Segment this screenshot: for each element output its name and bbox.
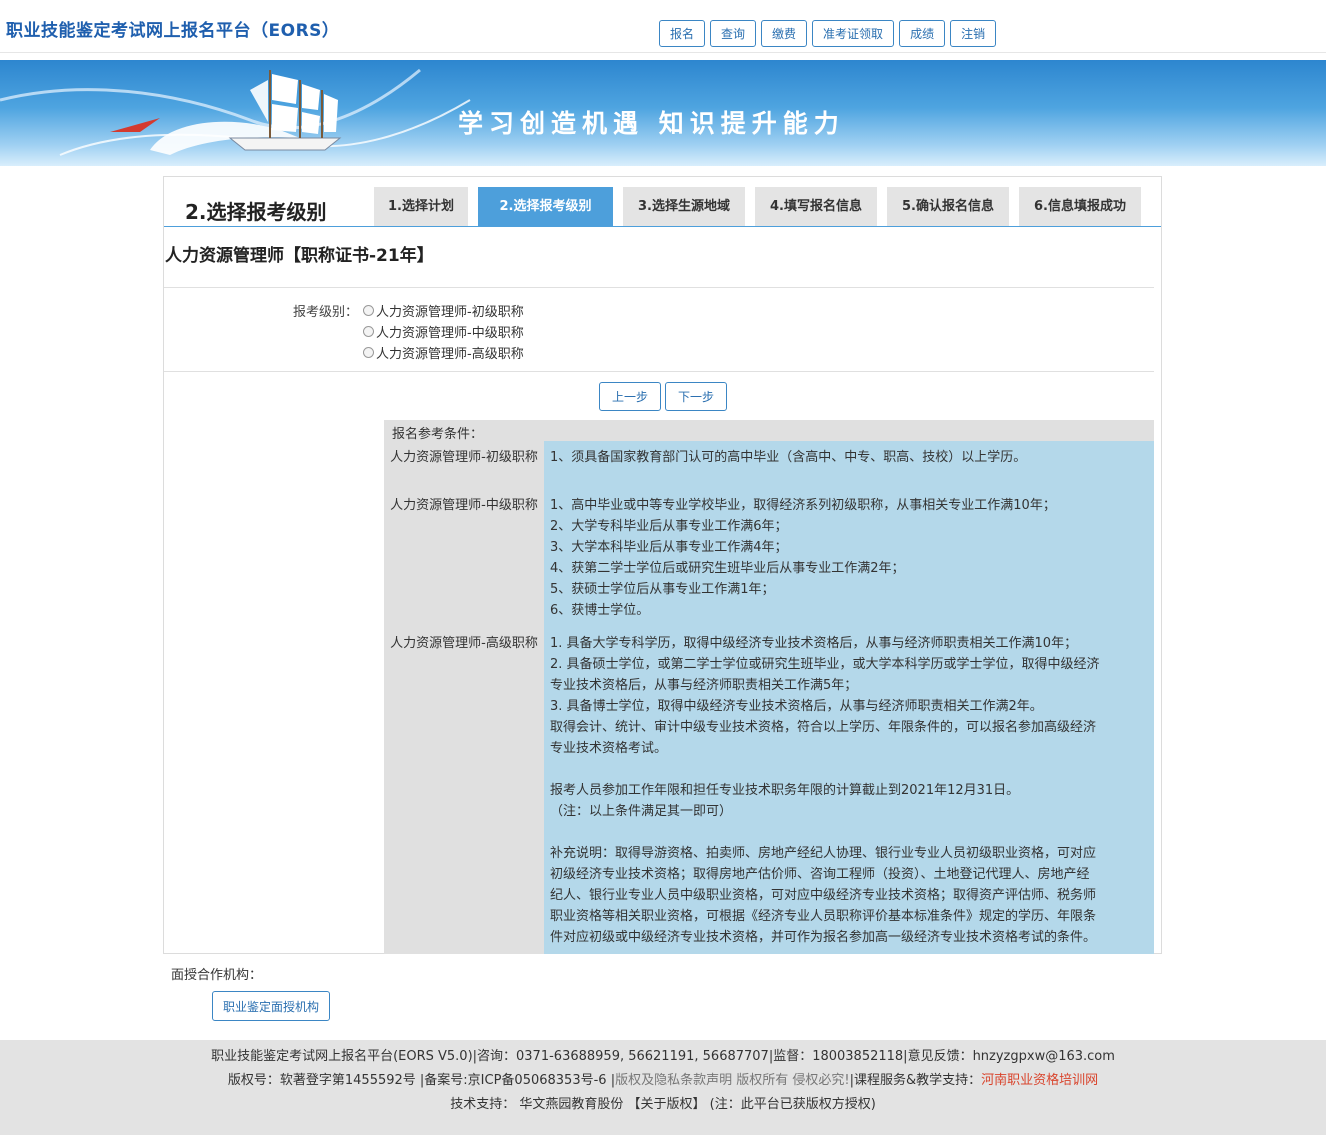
pager: 上一步 下一步 (599, 382, 728, 411)
current-step-title: 2.选择报考级别 (185, 200, 327, 224)
tab-select-region: 3.选择生源地域 (623, 187, 745, 226)
footer-privacy-link[interactable]: 版权及隐私条款声明 版权所有 侵权必究! (615, 1073, 849, 1088)
requirement-line: 职业资格等相关职业资格，可根据《经济专业人员职称评价基本标准条件》规定的学历、年… (550, 909, 1097, 924)
divider (164, 287, 1154, 288)
requirement-line: （注：以上条件满足其一即可） (550, 804, 733, 819)
requirement-line: 1、须具备国家教育部门认可的高中毕业（含高中、中专、职高、技校）以上学历。 (550, 450, 1027, 465)
requirement-line: 纪人、银行业专业人员中级职业资格，可对应中级经济专业技术资格；取得资产评估师、税… (550, 888, 1097, 903)
requirement-level-name: 人力资源管理师-高级职称 (390, 636, 538, 651)
requirements-heading: 报名参考条件： (392, 427, 484, 442)
requirement-line: 1. 具备大学专科学历，取得中级经济专业技术资格后，从事与经济师职责相关工作满1… (550, 636, 1078, 651)
requirement-line (550, 822, 1146, 843)
level-radio-group: 人力资源管理师-初级职称 人力资源管理师-中级职称 人力资源管理师-高级职称 (363, 300, 524, 363)
tab-success: 6.信息填报成功 (1019, 187, 1141, 226)
footer-training-site-link[interactable]: 河南职业资格培训网 (981, 1073, 1098, 1088)
tab-fill-info: 4.填写报名信息 (755, 187, 877, 226)
requirement-line (550, 759, 1146, 780)
requirement-line: 2. 具备硕士学位，或第二学士学位或研究生班毕业，或大学本科学历或学士学位，取得… (550, 657, 1100, 672)
requirement-line: 补充说明：取得导游资格、拍卖师、房地产经纪人协理、银行业专业人员初级职业资格，可… (550, 846, 1097, 861)
level-option-label: 人力资源管理师-中级职称 (376, 326, 524, 341)
requirement-line: 专业技术资格考试。 (550, 741, 668, 756)
footer-copyright-line: 版权号：软著登字第1455592号 |备案号:京ICP备05068353号-6 … (0, 1069, 1326, 1088)
level-option-senior[interactable]: 人力资源管理师-高级职称 (363, 342, 524, 363)
radio-button[interactable] (363, 326, 374, 337)
nav-score-button[interactable]: 成绩 (899, 20, 946, 47)
top-header: 职业技能鉴定考试网上报名平台（EORS） 报名 查询 缴费 准考证领取 成绩 注… (0, 0, 1326, 53)
requirement-text: 1. 具备大学专科学历，取得中级经济专业技术资格后，从事与经济师职责相关工作满1… (550, 633, 1146, 948)
footer-service-text: |课程服务&教学支持： (849, 1073, 982, 1088)
requirement-text: 1、高中毕业或中等专业学校毕业，取得经济系列初级职称，从事相关专业工作满10年；… (550, 495, 1146, 621)
prev-step-button[interactable]: 上一步 (599, 382, 662, 411)
banner-slogan: 学习创造机遇 知识提升能力 (458, 109, 845, 138)
footer-registration-text: 版权号：软著登字第1455592号 |备案号:京ICP备05068353号-6 … (227, 1073, 616, 1088)
footer-tech-support-line: 技术支持： 华文燕园教育股份 【关于版权】 (注：此平台已获版权方授权) (450, 1097, 876, 1112)
requirement-line: 4、获第二学士学位后或研究生班毕业后从事专业工作满2年； (550, 561, 905, 576)
tabs-underline (164, 226, 1161, 227)
tab-confirm-info: 5.确认报名信息 (887, 187, 1009, 226)
sailing-ship-illustration (0, 68, 471, 156)
requirement-line: 报考人员参加工作年限和担任专业技术职务年限的计算截止到2021年12月31日。 (550, 783, 1020, 798)
level-option-label: 人力资源管理师-初级职称 (376, 305, 524, 320)
level-label: 报考级别： (293, 305, 359, 320)
partner-institution-button[interactable]: 职业鉴定面授机构 (212, 991, 330, 1021)
requirement-level-name: 人力资源管理师-中级职称 (390, 498, 538, 513)
requirement-line: 5、获硕士学位后从事专业工作满1年； (550, 582, 775, 597)
requirement-line: 取得会计、统计、审计中级专业技术资格，符合以上学历、年限条件的，可以报名参加高级… (550, 720, 1097, 735)
nav-query-button[interactable]: 查询 (710, 20, 757, 47)
requirement-line: 3. 具备博士学位，取得中级经济专业技术资格后，从事与经济师职责相关工作满2年。 (550, 699, 1043, 714)
requirements-table: 报名参考条件： 人力资源管理师-初级职称 1、须具备国家教育部门认可的高中毕业（… (384, 420, 1154, 954)
requirement-line: 2、大学专科毕业后从事专业工作满6年； (550, 519, 788, 534)
nav-payment-button[interactable]: 缴费 (761, 20, 808, 47)
level-option-label: 人力资源管理师-高级职称 (376, 347, 524, 362)
partner-label: 面授合作机构： (171, 968, 263, 983)
registration-panel: 2.选择报考级别 1.选择计划 2.选择报考级别 3.选择生源地域 4.填写报名… (163, 176, 1162, 954)
certificate-title: 人力资源管理师【职称证书-21年】 (165, 246, 434, 266)
nav-admission-ticket-button[interactable]: 准考证领取 (812, 20, 895, 47)
banner: 学习创造机遇 知识提升能力 (0, 60, 1326, 166)
radio-button[interactable] (363, 305, 374, 316)
level-option-junior[interactable]: 人力资源管理师-初级职称 (363, 300, 524, 321)
tab-select-plan: 1.选择计划 (374, 187, 468, 226)
requirement-level-name: 人力资源管理师-初级职称 (390, 450, 538, 465)
requirement-line: 件对应初级或中级经济专业技术资格，并可作为报名参加高一级经济专业技术资格考试的条… (550, 930, 1097, 945)
site-title: 职业技能鉴定考试网上报名平台（EORS） (6, 21, 340, 41)
requirement-line: 3、大学本科毕业后从事专业工作满4年； (550, 540, 788, 555)
level-option-intermediate[interactable]: 人力资源管理师-中级职称 (363, 321, 524, 342)
footer-contact-line: 职业技能鉴定考试网上报名平台(EORS V5.0)|咨询：0371-636889… (211, 1049, 1115, 1064)
nav-logout-button[interactable]: 注销 (950, 20, 997, 47)
requirement-line: 6、获博士学位。 (550, 603, 650, 618)
top-nav: 报名 查询 缴费 准考证领取 成绩 注销 (659, 20, 997, 47)
requirement-line: 初级经济专业技术资格；取得房地产估价师、咨询工程师（投资）、土地登记代理人、房地… (550, 867, 1090, 882)
footer: 职业技能鉴定考试网上报名平台(EORS V5.0)|咨询：0371-636889… (0, 1040, 1326, 1135)
requirement-text: 1、须具备国家教育部门认可的高中毕业（含高中、中专、职高、技校）以上学历。 (550, 447, 1146, 468)
requirement-line: 专业技术资格后，从事与经济师职责相关工作满5年； (550, 678, 858, 693)
nav-register-button[interactable]: 报名 (659, 20, 706, 47)
next-step-button[interactable]: 下一步 (665, 382, 728, 411)
requirement-line: 1、高中毕业或中等专业学校毕业，取得经济系列初级职称，从事相关专业工作满10年； (550, 498, 1056, 513)
tab-select-level: 2.选择报考级别 (478, 187, 613, 226)
step-tabs: 1.选择计划 2.选择报考级别 3.选择生源地域 4.填写报名信息 5.确认报名… (374, 187, 1141, 226)
divider (164, 371, 1154, 372)
radio-button[interactable] (363, 347, 374, 358)
